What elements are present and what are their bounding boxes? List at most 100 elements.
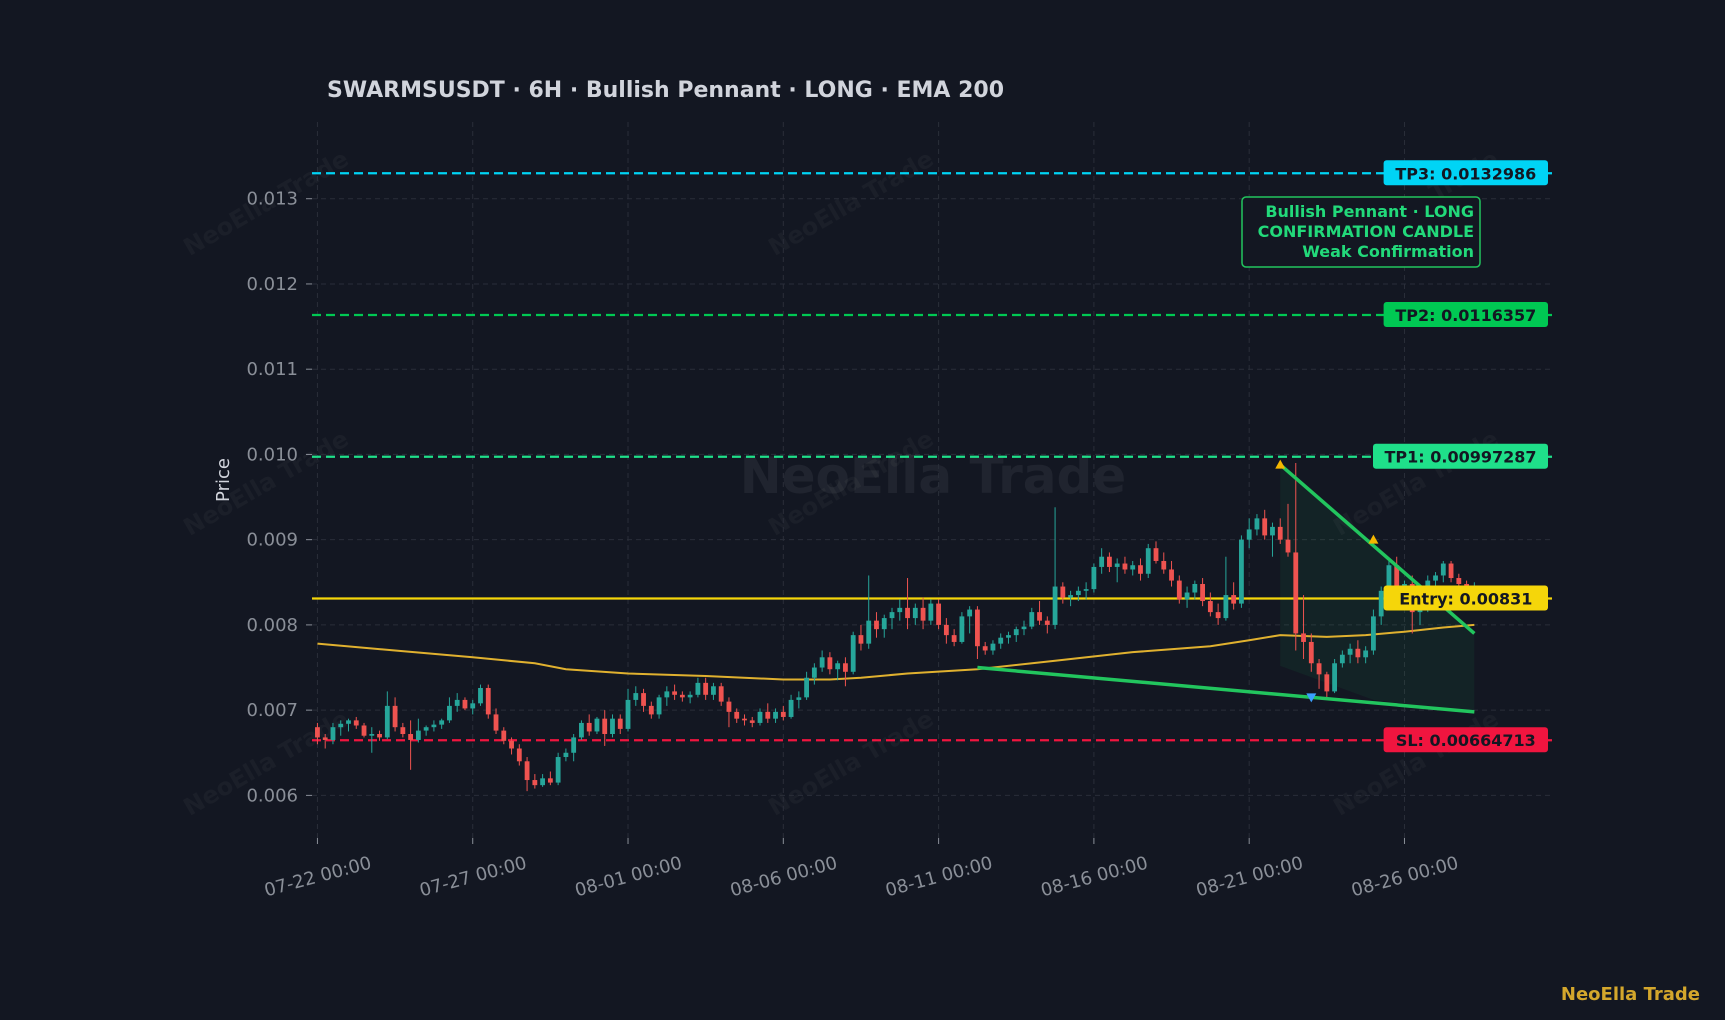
candle-body [967, 609, 973, 617]
candle [1083, 582, 1089, 600]
candle [1052, 507, 1058, 630]
candle [423, 725, 429, 736]
candle-body [1021, 626, 1027, 630]
candle [408, 720, 414, 770]
candle-body [361, 725, 367, 736]
candle [454, 693, 460, 712]
candle-body [1075, 590, 1081, 596]
candle [959, 612, 965, 644]
y-tick-label: 0.006 [246, 785, 298, 806]
candle-body [1293, 552, 1299, 634]
candle-body [796, 697, 802, 700]
candle-body [1277, 526, 1283, 540]
candle-body [811, 667, 817, 678]
candle [788, 694, 794, 719]
candle [679, 691, 685, 702]
candle [493, 708, 499, 735]
sl-label-text: SL: 0.00664713 [1396, 731, 1536, 750]
candle [749, 716, 755, 728]
tp2-label-text: TP2: 0.0116357 [1395, 306, 1536, 325]
candle [1107, 552, 1112, 573]
candle [1060, 582, 1066, 604]
candle [1013, 626, 1019, 642]
watermark-tile: NeoElla Trade [764, 705, 939, 822]
candle-body [641, 693, 646, 706]
candle [1192, 580, 1198, 600]
candle-body [975, 609, 980, 647]
candle [912, 603, 918, 625]
candle-body [1239, 539, 1244, 604]
candle-body [1083, 589, 1089, 591]
candle [571, 734, 577, 762]
y-tick-label: 0.009 [246, 530, 298, 551]
candle-body [749, 720, 755, 723]
candle [1145, 543, 1151, 579]
x-tick-label: 08-16 00:00 [1039, 853, 1151, 902]
candle-body [423, 727, 429, 731]
candle [1138, 558, 1143, 581]
candle-body [1223, 595, 1229, 619]
candle-body [718, 686, 724, 702]
candle [516, 744, 522, 766]
candle-body [874, 620, 879, 630]
candle [711, 682, 716, 700]
candle-body [516, 748, 522, 762]
candle [827, 652, 833, 675]
candle-body [850, 635, 856, 672]
candle-body [1448, 563, 1454, 579]
candle-body [1285, 539, 1291, 553]
candle-body [1169, 569, 1174, 581]
candle [641, 688, 646, 712]
candle-body [912, 607, 918, 619]
candle-body [889, 612, 895, 619]
candle-body [1006, 635, 1011, 638]
candle-body [547, 778, 553, 783]
candle-body [1378, 590, 1384, 617]
candle-body [998, 637, 1004, 644]
candle-body [377, 734, 382, 738]
candle-body [1068, 595, 1074, 598]
candle-body [454, 699, 460, 706]
candle-body [1440, 563, 1446, 576]
candle [555, 752, 561, 786]
candle [943, 618, 949, 644]
watermark-tile: NeoElla Trade [764, 145, 939, 262]
candle [1246, 518, 1252, 549]
candle [951, 629, 957, 647]
candle-body [943, 624, 949, 636]
candle-body [1052, 586, 1058, 625]
candle [998, 633, 1004, 649]
candle [540, 774, 546, 787]
candle-body [509, 740, 514, 749]
candle-body [982, 646, 988, 651]
candle-body [819, 657, 825, 668]
candle [1324, 671, 1330, 698]
candle-body [765, 711, 771, 719]
candle-body [1145, 548, 1151, 574]
candle [975, 606, 980, 659]
candle-body [1308, 641, 1314, 664]
candle [478, 684, 483, 706]
candle [695, 677, 701, 698]
candle-body [742, 718, 747, 721]
candle [1332, 659, 1337, 694]
candle [1231, 582, 1237, 610]
candle [1254, 514, 1260, 536]
candle-body [384, 705, 390, 738]
candle-body [1262, 518, 1268, 536]
tp1-label: TP1: 0.00997287 [1373, 443, 1548, 469]
candle-body [625, 699, 631, 729]
pivot-high-marker [1275, 459, 1286, 469]
candle [881, 614, 887, 638]
brand-logo: NeoElla Trade [1561, 984, 1700, 1005]
candle [811, 663, 817, 685]
candle-body [1013, 629, 1019, 636]
candle-body [1347, 648, 1353, 655]
candle-body [959, 616, 965, 642]
candle-body [780, 711, 786, 717]
candle-body [563, 752, 569, 758]
y-tick-label: 0.010 [246, 444, 298, 465]
candle-body [1192, 583, 1198, 593]
candle-body [773, 711, 778, 719]
candle-body [633, 693, 639, 700]
